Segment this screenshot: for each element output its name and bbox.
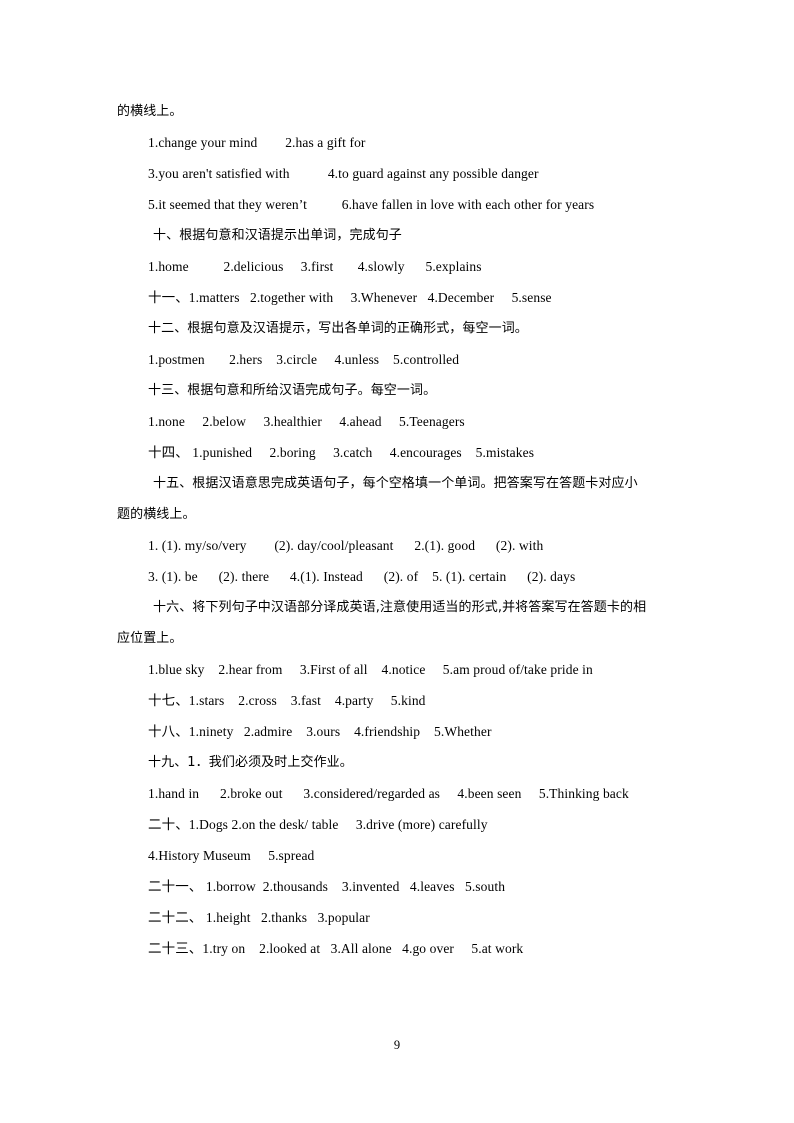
section-16-heading: 十六、将下列句子中汉语部分译成英语,注意使用适当的形式,并将答案写在答题卡的相 [153,600,647,615]
section-17-heading-answers: 十七、1.stars 2.cross 3.fast 4.party 5.kind [148,693,426,708]
section-10-answers: 1.home 2.delicious 3.first 4.slowly 5.ex… [148,259,482,274]
carry-over-line: 的横线上。 [117,104,183,119]
section-15-heading: 十五、根据汉语意思完成英语句子，每个空格填一个单词。把答案写在答题卡对应小 [153,476,638,491]
section-19-answers: 1.hand in 2.broke out 3.considered/regar… [148,786,629,801]
document-page: 的横线上。 1.change your mind 2.has a gift for… [0,0,794,1123]
section-15-heading-cont: 题的横线上。 [117,507,196,522]
section-16-answers: 1.blue sky 2.hear from 3.First of all 4.… [148,662,593,677]
section-12-heading: 十二、根据句意及汉语提示，写出各单词的正确形式，每空一词。 [148,321,528,336]
section-18-heading-answers: 十八、1.ninety 2.admire 3.ours 4.friendship… [148,724,492,739]
section-13-heading: 十三、根据句意和所给汉语完成句子。每空一词。 [148,383,437,398]
section-9-answers-row-3: 5.it seemed that they weren’t 6.have fal… [148,197,595,212]
section-21-heading-answers: 二十一、 1.borrow 2.thousands 3.invented 4.l… [148,879,506,894]
section-20-answers-cont: 4.History Museum 5.spread [148,848,315,863]
page-number: 9 [393,1038,401,1052]
section-12-answers: 1.postmen 2.hers 3.circle 4.unless 5.con… [148,352,460,367]
section-22-heading-answers: 二十二、 1.height 2.thanks 3.popular [148,910,370,925]
section-9-answers-row-1: 1.change your mind 2.has a gift for [148,135,366,150]
section-15-answers-row-2: 3. (1). be (2). there 4.(1). Instead (2)… [148,569,576,584]
section-23-heading-answers: 二十三、1.try on 2.looked at 3.All alone 4.g… [148,941,524,956]
section-14-heading-answers: 十四、 1.punished 2.boring 3.catch 4.encour… [148,445,535,460]
section-16-heading-cont: 应位置上。 [117,631,183,646]
section-10-heading: 十、根据句意和汉语提示出单词，完成句子 [153,228,402,243]
section-15-answers-row-1: 1. (1). my/so/very (2). day/cool/pleasan… [148,538,544,553]
section-11-heading-answers: 十一、1.matters 2.together with 3.Whenever … [148,290,552,305]
section-9-answers-row-2: 3.you aren't satisfied with 4.to guard a… [148,166,539,181]
section-20-heading-answers: 二十、1.Dogs 2.on the desk/ table 3.drive (… [148,817,488,832]
answer-key-body: 的横线上。 1.change your mind 2.has a gift for… [117,96,683,964]
section-13-answers: 1.none 2.below 3.healthier 4.ahead 5.Tee… [148,414,465,429]
section-19-heading: 十九、1．我们必须及时上交作业。 [148,755,353,770]
